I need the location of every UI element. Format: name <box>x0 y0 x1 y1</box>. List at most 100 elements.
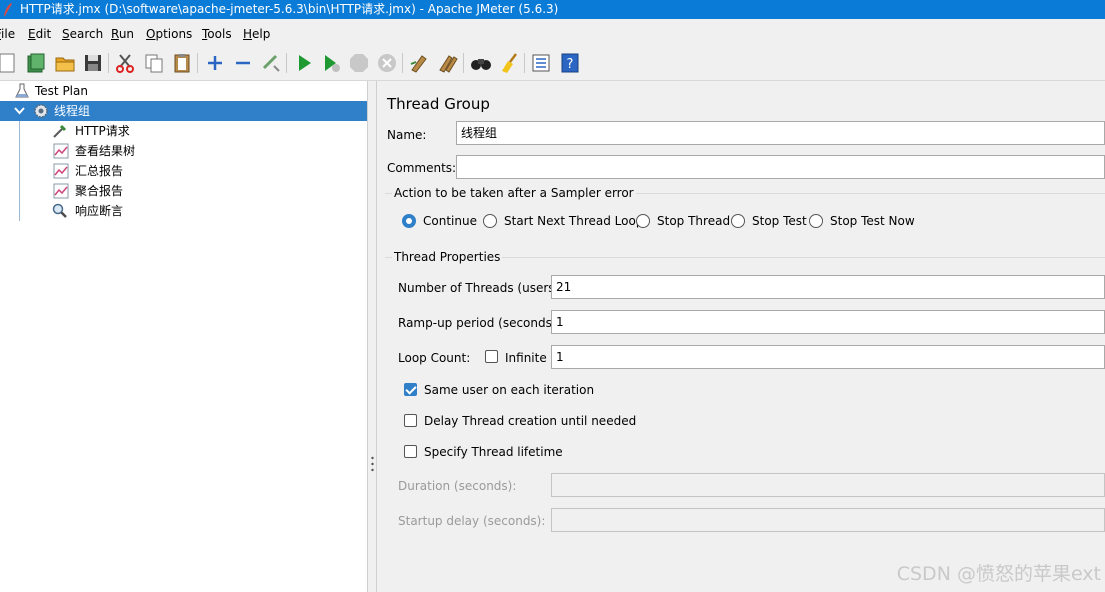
same-user-checkbox[interactable] <box>404 383 417 396</box>
continue-label[interactable]: Continue <box>423 214 477 228</box>
startup-delay-field[interactable] <box>551 508 1105 532</box>
open-icon[interactable] <box>54 52 76 74</box>
templates-icon[interactable] <box>25 52 47 74</box>
help-icon[interactable]: ? <box>559 52 581 74</box>
start-no-pauses-icon[interactable] <box>320 52 342 74</box>
menu-help[interactable]: Help <box>243 27 270 41</box>
menu-tools[interactable]: Tools <box>202 27 232 41</box>
toolbar-separator <box>108 53 109 73</box>
stop-test-now-label[interactable]: Stop Test Now <box>830 214 915 228</box>
search-icon[interactable] <box>470 52 492 74</box>
tree-item-label: 聚合报告 <box>75 184 124 198</box>
tree-item-test-plan[interactable]: Test Plan <box>0 81 367 101</box>
stop-test-radio[interactable] <box>731 214 745 228</box>
start-next-thread-loop-label[interactable]: Start Next Thread Loop <box>504 214 643 228</box>
tree-item-view-results-tree[interactable]: 查看结果树 <box>0 141 367 161</box>
menu-options[interactable]: Options <box>146 27 192 41</box>
menu-run[interactable]: Run <box>111 27 134 41</box>
toolbar-separator <box>197 53 198 73</box>
menu-bar: File Edit Search Run Options Tools Help <box>0 19 1105 47</box>
sampler-error-group-title: Action to be taken after a Sampler error <box>392 186 636 200</box>
cut-icon[interactable] <box>114 52 136 74</box>
window-title: HTTP请求.jmx (D:\software\apache-jmeter-5.… <box>20 2 559 16</box>
menu-search[interactable]: Search <box>62 27 103 41</box>
chevron-down-icon[interactable] <box>13 104 26 117</box>
new-icon[interactable] <box>0 52 18 74</box>
tree-item-aggregate-report[interactable]: 聚合报告 <box>0 181 367 201</box>
watermark: CSDN @愤怒的苹果ext <box>896 563 1101 585</box>
tree-item-label: HTTP请求 <box>75 124 130 138</box>
copy-icon[interactable] <box>143 52 165 74</box>
start-next-thread-loop-radio[interactable] <box>483 214 497 228</box>
thread-properties-group-title: Thread Properties <box>392 250 503 264</box>
continue-radio[interactable] <box>402 214 416 228</box>
tree-item-thread-group[interactable]: 线程组 <box>0 101 367 121</box>
toolbar-separator <box>286 53 287 73</box>
expand-icon[interactable] <box>204 52 226 74</box>
pipette-icon <box>53 124 67 138</box>
startup-delay-label: Startup delay (seconds): <box>398 514 546 528</box>
graph-report-icon <box>53 183 69 199</box>
loop-count-label: Loop Count: <box>398 351 471 365</box>
stop-icon[interactable] <box>348 52 370 74</box>
test-plan-tree: Test Plan 线程组 HTTP请求 查看结果树 汇总报告 聚合报告 响应断… <box>0 81 367 592</box>
infinite-label[interactable]: Infinite <box>505 351 547 365</box>
same-user-label[interactable]: Same user on each iteration <box>424 383 594 397</box>
menu-file[interactable]: File <box>0 27 15 41</box>
window-title-bar: HTTP请求.jmx (D:\software\apache-jmeter-5.… <box>0 0 1105 19</box>
thread-group-panel: Thread Group Name: 线程组 Comments: Action … <box>377 81 1105 592</box>
toggle-icon[interactable] <box>260 52 282 74</box>
tree-item-summary-report[interactable]: 汇总报告 <box>0 161 367 181</box>
tree-item-response-assertion[interactable]: 响应断言 <box>0 201 367 221</box>
split-pane-divider[interactable] <box>367 81 377 592</box>
delay-thread-creation-checkbox[interactable] <box>404 414 417 427</box>
drag-handle-icon[interactable] <box>371 456 374 472</box>
delay-thread-creation-label[interactable]: Delay Thread creation until needed <box>424 414 636 428</box>
specify-thread-lifetime-checkbox[interactable] <box>404 445 417 458</box>
save-icon[interactable] <box>82 52 104 74</box>
toolbar-separator <box>463 53 464 73</box>
clear-all-icon[interactable] <box>437 52 459 74</box>
start-icon[interactable] <box>293 52 315 74</box>
magnifier-icon <box>52 203 67 218</box>
stop-thread-radio[interactable] <box>636 214 650 228</box>
graph-report-icon <box>53 143 69 159</box>
comments-field[interactable] <box>456 155 1105 179</box>
function-helper-icon[interactable] <box>530 52 552 74</box>
stop-test-now-radio[interactable] <box>809 214 823 228</box>
tree-item-label: 响应断言 <box>75 204 124 218</box>
gear-icon <box>34 104 48 118</box>
flask-icon <box>15 83 29 98</box>
stop-thread-label[interactable]: Stop Thread <box>657 214 730 228</box>
toolbar-separator <box>402 53 403 73</box>
tree-item-label: 线程组 <box>54 104 91 118</box>
rampup-label: Ramp-up period (seconds): <box>398 316 561 330</box>
panel-title: Thread Group <box>387 95 490 113</box>
reset-search-icon[interactable] <box>498 52 520 74</box>
specify-thread-lifetime-label[interactable]: Specify Thread lifetime <box>424 445 563 459</box>
shutdown-icon[interactable] <box>376 52 398 74</box>
paste-icon[interactable] <box>171 52 193 74</box>
duration-label: Duration (seconds): <box>398 479 517 493</box>
duration-field[interactable] <box>551 473 1105 497</box>
graph-report-icon <box>53 163 69 179</box>
toolbar: ? <box>0 47 1105 81</box>
name-field[interactable]: 线程组 <box>456 121 1105 145</box>
stop-test-label[interactable]: Stop Test <box>752 214 807 228</box>
ramp-up-period-field[interactable]: 1 <box>551 310 1105 334</box>
menu-edit[interactable]: Edit <box>28 27 51 41</box>
tree-item-label: 汇总报告 <box>75 164 124 178</box>
infinite-checkbox[interactable] <box>485 350 498 363</box>
tree-item-label: 查看结果树 <box>75 144 136 158</box>
jmeter-feather-icon <box>4 3 12 16</box>
comments-label: Comments: <box>387 161 457 175</box>
svg-text:?: ? <box>567 57 574 72</box>
name-label: Name: <box>387 128 427 142</box>
number-of-threads-field[interactable]: 21 <box>551 275 1105 299</box>
loop-count-field[interactable]: 1 <box>551 345 1105 369</box>
tree-item-label: Test Plan <box>35 84 88 98</box>
tree-item-http-request[interactable]: HTTP请求 <box>0 121 367 141</box>
toolbar-separator <box>524 53 525 73</box>
clear-icon[interactable] <box>408 52 430 74</box>
collapse-icon[interactable] <box>232 52 254 74</box>
